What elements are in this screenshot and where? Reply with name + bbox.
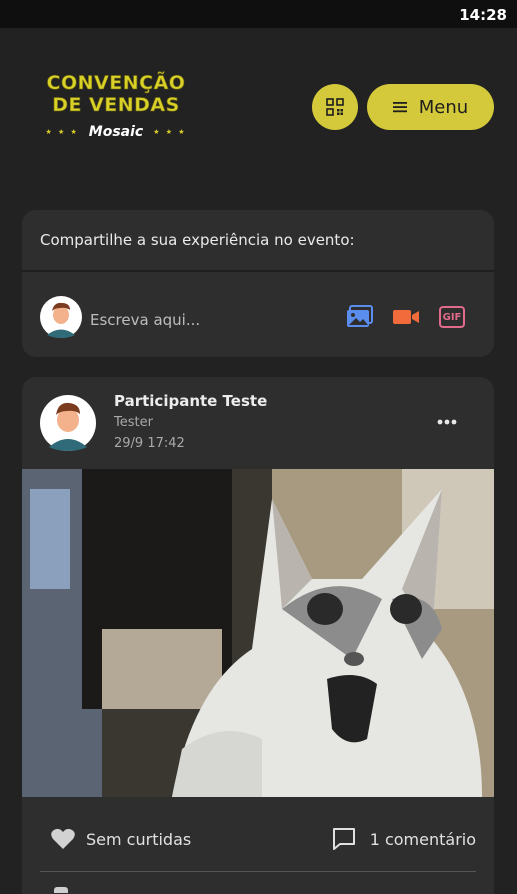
comments-button[interactable]: 1 comentário [332, 827, 476, 851]
post-text-input[interactable]: Escreva aqui... [90, 311, 200, 329]
hamburger-icon [392, 102, 407, 113]
app-header: CONVENÇÃO DE VENDAS ★ ★ ★ Mosaic ★ ★ ★ M… [0, 28, 517, 198]
image-icon[interactable] [346, 305, 374, 329]
brand-mosaic: Mosaic [88, 124, 144, 140]
post-author[interactable]: Participante Teste [114, 392, 267, 410]
likes-label: Sem curtidas [86, 829, 192, 849]
logo-line-2: DE VENDAS [52, 94, 180, 117]
post-author-role: Tester [114, 415, 153, 430]
heart-icon [51, 828, 75, 849]
event-logo: CONVENÇÃO DE VENDAS ★ ★ ★ Mosaic ★ ★ ★ [30, 72, 202, 172]
qr-code-icon [326, 98, 344, 116]
share-title: Compartilhe a sua experiência no evento: [40, 231, 355, 249]
like-button[interactable]: Sem curtidas [50, 827, 191, 851]
comment-icon [332, 828, 355, 850]
status-time: 14:28 [459, 6, 507, 24]
menu-label: Menu [418, 96, 469, 118]
avatar [40, 296, 82, 338]
gif-label: GIF [442, 311, 462, 323]
feed-post: Participante Teste Tester 29/9 17:42 Sem [22, 377, 494, 894]
more-horizontal-icon [437, 419, 457, 425]
menu-button[interactable]: Menu [367, 84, 494, 130]
share-divider [22, 270, 494, 272]
comment-avatar-partial [54, 887, 68, 893]
comments-label: 1 comentário [369, 829, 476, 849]
share-experience-card: Compartilhe a sua experiência no evento:… [22, 210, 494, 357]
avatar [40, 395, 96, 451]
logo-stars-left: ★ ★ ★ [45, 128, 79, 136]
logo-line-1: CONVENÇÃO [46, 72, 186, 95]
gif-icon[interactable]: GIF [439, 306, 465, 328]
logo-stars-right: ★ ★ ★ [153, 128, 187, 136]
post-divider [40, 871, 476, 872]
post-image[interactable] [22, 469, 494, 797]
post-timestamp: 29/9 17:42 [114, 436, 185, 451]
qr-code-button[interactable] [312, 84, 358, 130]
status-bar: 14:28 [0, 0, 517, 28]
post-options-button[interactable] [430, 410, 464, 434]
video-camera-icon[interactable] [392, 305, 420, 329]
